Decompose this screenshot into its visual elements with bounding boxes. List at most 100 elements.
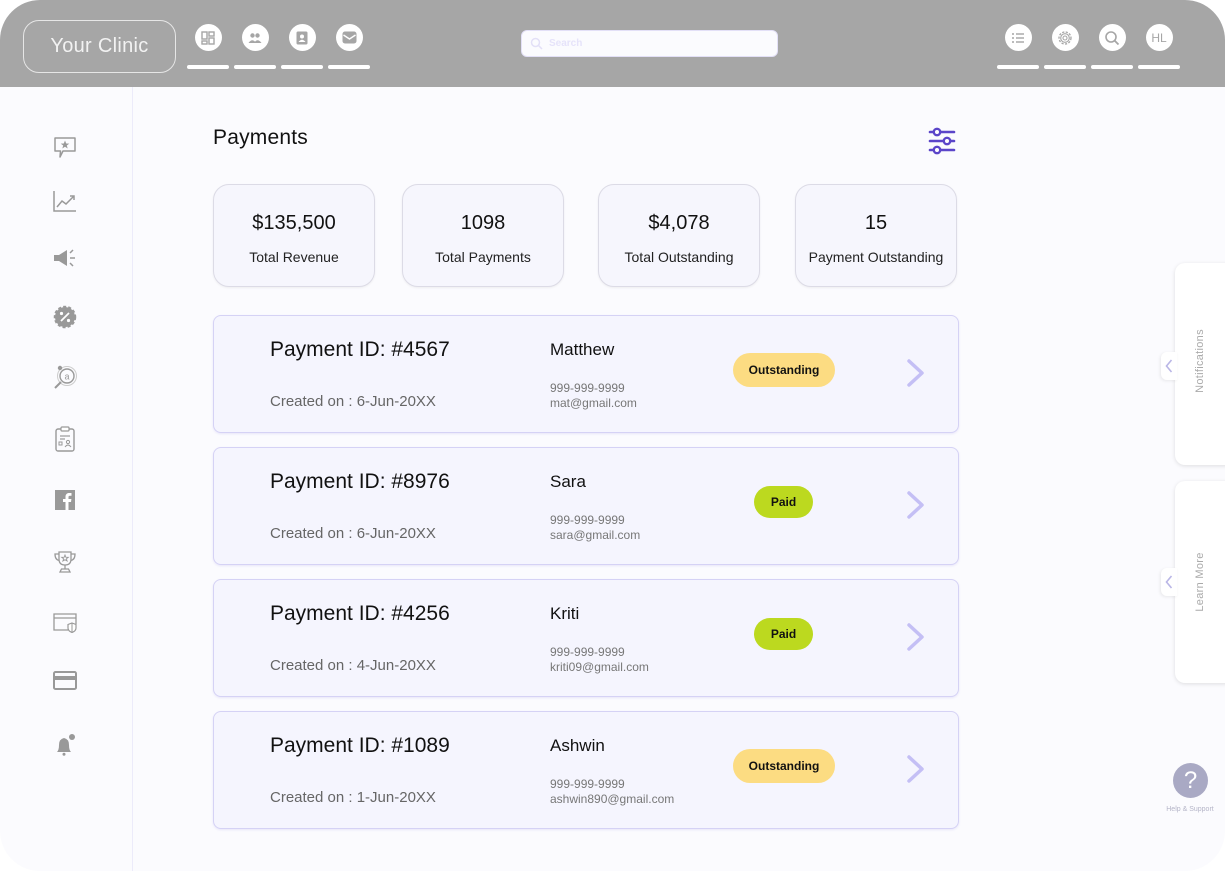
payment-id: Payment ID: #4567 xyxy=(270,338,450,361)
nav-profile[interactable]: HL xyxy=(1138,24,1180,69)
nav-settings[interactable] xyxy=(1044,24,1086,69)
sidebar-item-seo[interactable]: a xyxy=(52,364,78,390)
filter-sliders-icon xyxy=(928,127,956,155)
users-icon xyxy=(241,24,269,51)
nav-list[interactable] xyxy=(997,24,1039,69)
sidebar-item-analytics[interactable] xyxy=(52,188,78,214)
review-icon xyxy=(54,137,76,158)
sidebar-item-payments[interactable] xyxy=(52,667,78,693)
payment-id: Payment ID: #4256 xyxy=(270,602,450,625)
payer-email: ashwin890@gmail.com xyxy=(550,792,675,806)
stat-label: Total Payments xyxy=(435,249,531,265)
nav-users[interactable] xyxy=(234,24,276,69)
payment-card[interactable]: Payment ID: #1089 Created on : 1-Jun-20X… xyxy=(213,711,959,829)
trophy-icon xyxy=(54,551,76,573)
credit-card-icon xyxy=(53,670,77,690)
avatar: HL xyxy=(1145,24,1173,51)
facebook-icon xyxy=(55,490,75,510)
search-icon xyxy=(1098,24,1126,51)
clipboard-icon xyxy=(55,426,75,452)
nav-dashboard[interactable] xyxy=(187,24,229,69)
learn-more-label: Learn More xyxy=(1194,552,1206,612)
left-nav xyxy=(187,24,370,69)
right-nav: HL xyxy=(997,24,1180,69)
payment-card[interactable]: Payment ID: #8976 Created on : 6-Jun-20X… xyxy=(213,447,959,565)
chevron-right-icon[interactable] xyxy=(904,490,928,520)
payer-name: Matthew xyxy=(550,340,615,359)
nav-underline xyxy=(997,65,1039,69)
top-bar: Your Clinic Search HL xyxy=(0,0,1225,87)
payer-email: kriti09@gmail.com xyxy=(550,660,649,674)
payer-name: Sara xyxy=(550,472,586,491)
sidebar-item-facebook[interactable] xyxy=(52,487,78,513)
question-mark-icon: ? xyxy=(1183,766,1198,794)
search-input[interactable] xyxy=(549,38,749,49)
notification-bell-icon xyxy=(57,734,75,756)
seo-search-icon: a xyxy=(54,365,77,389)
nav-underline xyxy=(1044,65,1086,69)
stat-card-total-outstanding: $4,078 Total Outstanding xyxy=(598,184,760,287)
payer-phone: 999-999-9999 xyxy=(550,645,625,659)
payer-phone: 999-999-9999 xyxy=(550,381,625,395)
payer-email: mat@gmail.com xyxy=(550,396,637,410)
stat-card-total-revenue: $135,500 Total Revenue xyxy=(213,184,375,287)
notifications-drawer-toggle[interactable] xyxy=(1161,352,1177,380)
payment-created-date: Created on : 4-Jun-20XX xyxy=(270,657,436,674)
avatar-initials: HL xyxy=(1151,30,1167,45)
status-badge: Outstanding xyxy=(733,353,835,387)
stat-value: 15 xyxy=(864,212,888,234)
status-badge: Paid xyxy=(754,486,813,518)
analytics-icon xyxy=(53,191,76,212)
payer-phone: 999-999-9999 xyxy=(550,513,625,527)
contacts-icon xyxy=(288,24,316,51)
sidebar-item-discounts[interactable] xyxy=(52,304,78,330)
gear-icon xyxy=(1051,24,1079,51)
nav-contacts[interactable] xyxy=(281,24,323,69)
help-label: Help & Support xyxy=(1166,806,1214,813)
chevron-right-icon[interactable] xyxy=(904,358,928,388)
sidebar-item-awards[interactable] xyxy=(52,549,78,575)
learn-more-drawer-toggle[interactable] xyxy=(1161,568,1177,596)
sidebar: a xyxy=(0,87,133,871)
chevron-left-icon xyxy=(1165,575,1173,589)
nav-mail[interactable] xyxy=(328,24,370,69)
chevron-right-icon[interactable] xyxy=(904,754,928,784)
status-badge: Outstanding xyxy=(733,749,835,783)
stat-value: $4,078 xyxy=(648,212,710,234)
stat-label: Payment Outstanding xyxy=(808,249,944,265)
stat-value: 1098 xyxy=(460,212,506,234)
sidebar-item-notifications[interactable] xyxy=(52,732,78,758)
nav-underline xyxy=(1138,65,1180,69)
stat-value: $135,500 xyxy=(252,212,336,234)
mail-icon xyxy=(335,24,363,51)
sidebar-item-marketing[interactable] xyxy=(52,245,78,271)
notifications-label: Notifications xyxy=(1194,329,1206,393)
filter-button[interactable] xyxy=(927,126,957,156)
app-frame: Your Clinic Search HL a Payments $135,50… xyxy=(0,0,1225,871)
stat-card-payment-outstanding: 15 Payment Outstanding xyxy=(795,184,957,287)
sidebar-item-security[interactable] xyxy=(52,610,78,636)
chevron-left-icon xyxy=(1165,359,1173,373)
brand-logo[interactable]: Your Clinic xyxy=(23,20,176,73)
stat-card-total-payments: 1098 Total Payments xyxy=(402,184,564,287)
status-badge: Paid xyxy=(754,618,813,650)
sidebar-item-reviews[interactable] xyxy=(52,135,78,161)
payment-card[interactable]: Payment ID: #4256 Created on : 4-Jun-20X… xyxy=(213,579,959,697)
payment-id: Payment ID: #1089 xyxy=(270,734,450,757)
payer-phone: 999-999-9999 xyxy=(550,777,625,791)
dashboard-icon xyxy=(194,24,222,51)
chevron-right-icon[interactable] xyxy=(904,622,928,652)
nav-underline xyxy=(1091,65,1133,69)
secure-window-icon xyxy=(53,613,77,633)
payer-email: sara@gmail.com xyxy=(550,528,641,542)
payment-created-date: Created on : 1-Jun-20XX xyxy=(270,789,436,806)
nav-search[interactable] xyxy=(1091,24,1133,69)
nav-underline xyxy=(281,65,323,69)
sidebar-item-clipboard[interactable] xyxy=(52,426,78,452)
payment-created-date: Created on : 6-Jun-20XX xyxy=(270,393,436,410)
search-bar[interactable] xyxy=(521,30,778,57)
payment-card[interactable]: Payment ID: #4567 Created on : 6-Jun-20X… xyxy=(213,315,959,433)
megaphone-icon xyxy=(54,249,75,267)
nav-underline xyxy=(187,65,229,69)
help-button[interactable]: ? xyxy=(1173,763,1208,798)
